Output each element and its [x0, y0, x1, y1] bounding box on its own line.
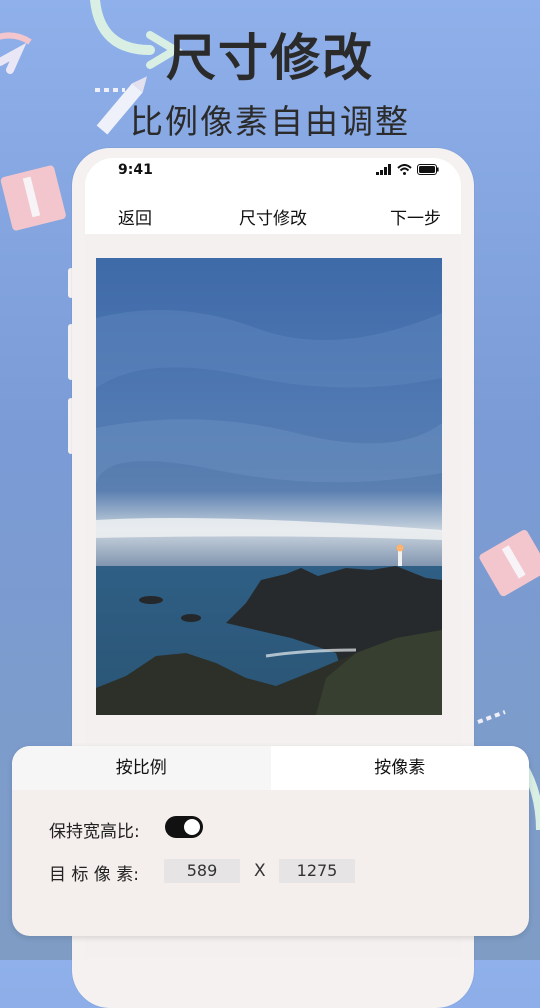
- status-icons: [376, 164, 439, 175]
- next-step-button[interactable]: 下一步: [390, 204, 441, 229]
- preview-photo: [96, 258, 442, 715]
- toggle-knob: [184, 819, 200, 835]
- status-bar: 9:41: [85, 158, 461, 188]
- keep-ratio-label: 保持宽高比:: [49, 822, 140, 842]
- nav-bar: 返回 尺寸修改 下一步: [85, 188, 461, 234]
- battery-icon: [417, 164, 439, 175]
- width-input[interactable]: 589: [164, 859, 240, 883]
- status-time: 9:41: [118, 162, 153, 178]
- tab-by-ratio[interactable]: 按比例: [12, 746, 271, 790]
- target-pixels-label: 目 标 像 素:: [49, 865, 139, 885]
- promo-subtitle: 比例像素自由调整: [130, 102, 410, 141]
- dimension-separator: X: [254, 861, 266, 881]
- wifi-icon: [397, 164, 412, 175]
- signal-icon: [376, 164, 391, 175]
- mode-tabs: 按比例 按像素: [12, 746, 529, 790]
- promo-title: 尺寸修改: [166, 29, 374, 87]
- resize-settings-panel: 按比例 按像素 保持宽高比: 目 标 像 素: 589 X 1275: [12, 746, 529, 936]
- height-input[interactable]: 1275: [279, 859, 355, 883]
- tab-by-pixel[interactable]: 按像素: [270, 746, 529, 790]
- keep-ratio-toggle[interactable]: [165, 816, 203, 838]
